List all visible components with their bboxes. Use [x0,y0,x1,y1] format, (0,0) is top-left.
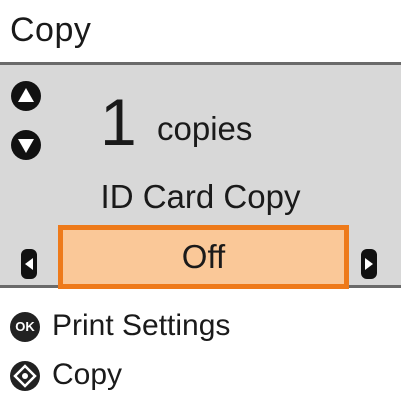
left-arrow-icon[interactable] [21,249,37,279]
print-settings-label: Print Settings [52,309,231,342]
copies-count[interactable]: 1 [100,87,137,157]
screen-header: Copy [0,0,401,62]
down-arrow-icon[interactable] [11,130,41,160]
copy-label: Copy [52,358,123,391]
setting-value-selector[interactable]: Off [58,225,349,289]
screen-title: Copy [10,11,92,49]
up-arrow-icon[interactable] [11,81,41,111]
start-button-icon [10,361,40,391]
copies-label: copies [157,110,253,147]
ok-button-icon: OK [10,312,40,342]
right-arrow-icon[interactable] [361,249,377,279]
setting-label: ID Card Copy [100,178,301,215]
copy-settings-panel: 1 copies ID Card Copy Off [0,62,401,289]
